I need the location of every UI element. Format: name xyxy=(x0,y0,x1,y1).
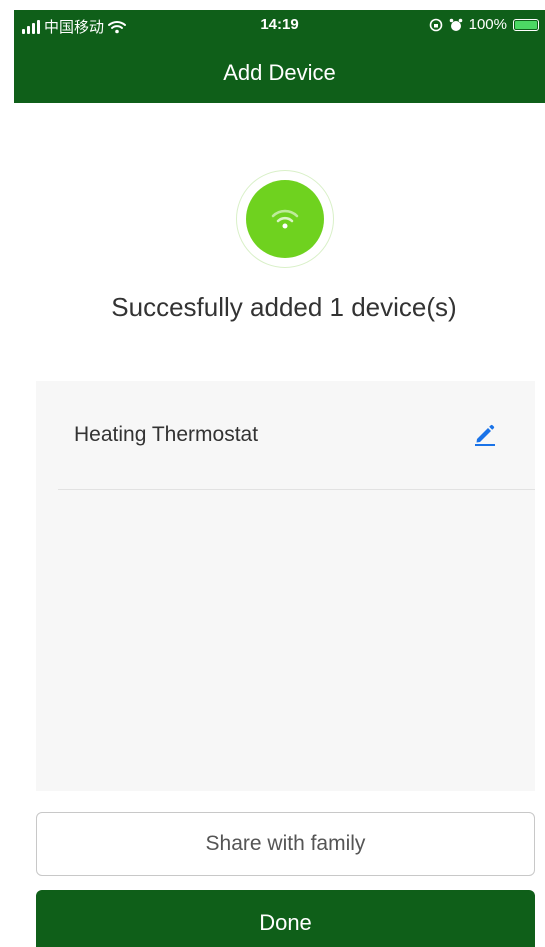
share-with-family-button[interactable]: Share with family xyxy=(36,812,535,876)
edit-pencil-icon[interactable] xyxy=(472,421,498,447)
device-list-item: Heating Thermostat xyxy=(36,381,535,489)
success-wifi-icon xyxy=(246,180,324,258)
success-message: Succesfully added 1 device(s) xyxy=(111,292,457,322)
battery-percent: 100% xyxy=(468,16,507,33)
row-divider xyxy=(58,489,535,490)
success-icon-ring xyxy=(236,170,334,268)
header: 中国移动 14:19 100% Add Device xyxy=(14,10,545,103)
orientation-lock-icon xyxy=(429,18,442,31)
status-right: 100% xyxy=(429,16,539,33)
done-button[interactable]: Done xyxy=(36,890,535,947)
alarm-icon xyxy=(449,18,462,31)
device-name: Heating Thermostat xyxy=(74,423,259,446)
device-list: Heating Thermostat xyxy=(36,381,535,791)
battery-icon xyxy=(513,18,539,31)
wifi-icon xyxy=(271,209,299,229)
add-device-screen: 中国移动 14:19 100% Add Device Succesfully a… xyxy=(0,0,545,947)
page-title: Add Device xyxy=(223,60,336,85)
status-bar: 中国移动 14:19 100% xyxy=(14,10,545,42)
